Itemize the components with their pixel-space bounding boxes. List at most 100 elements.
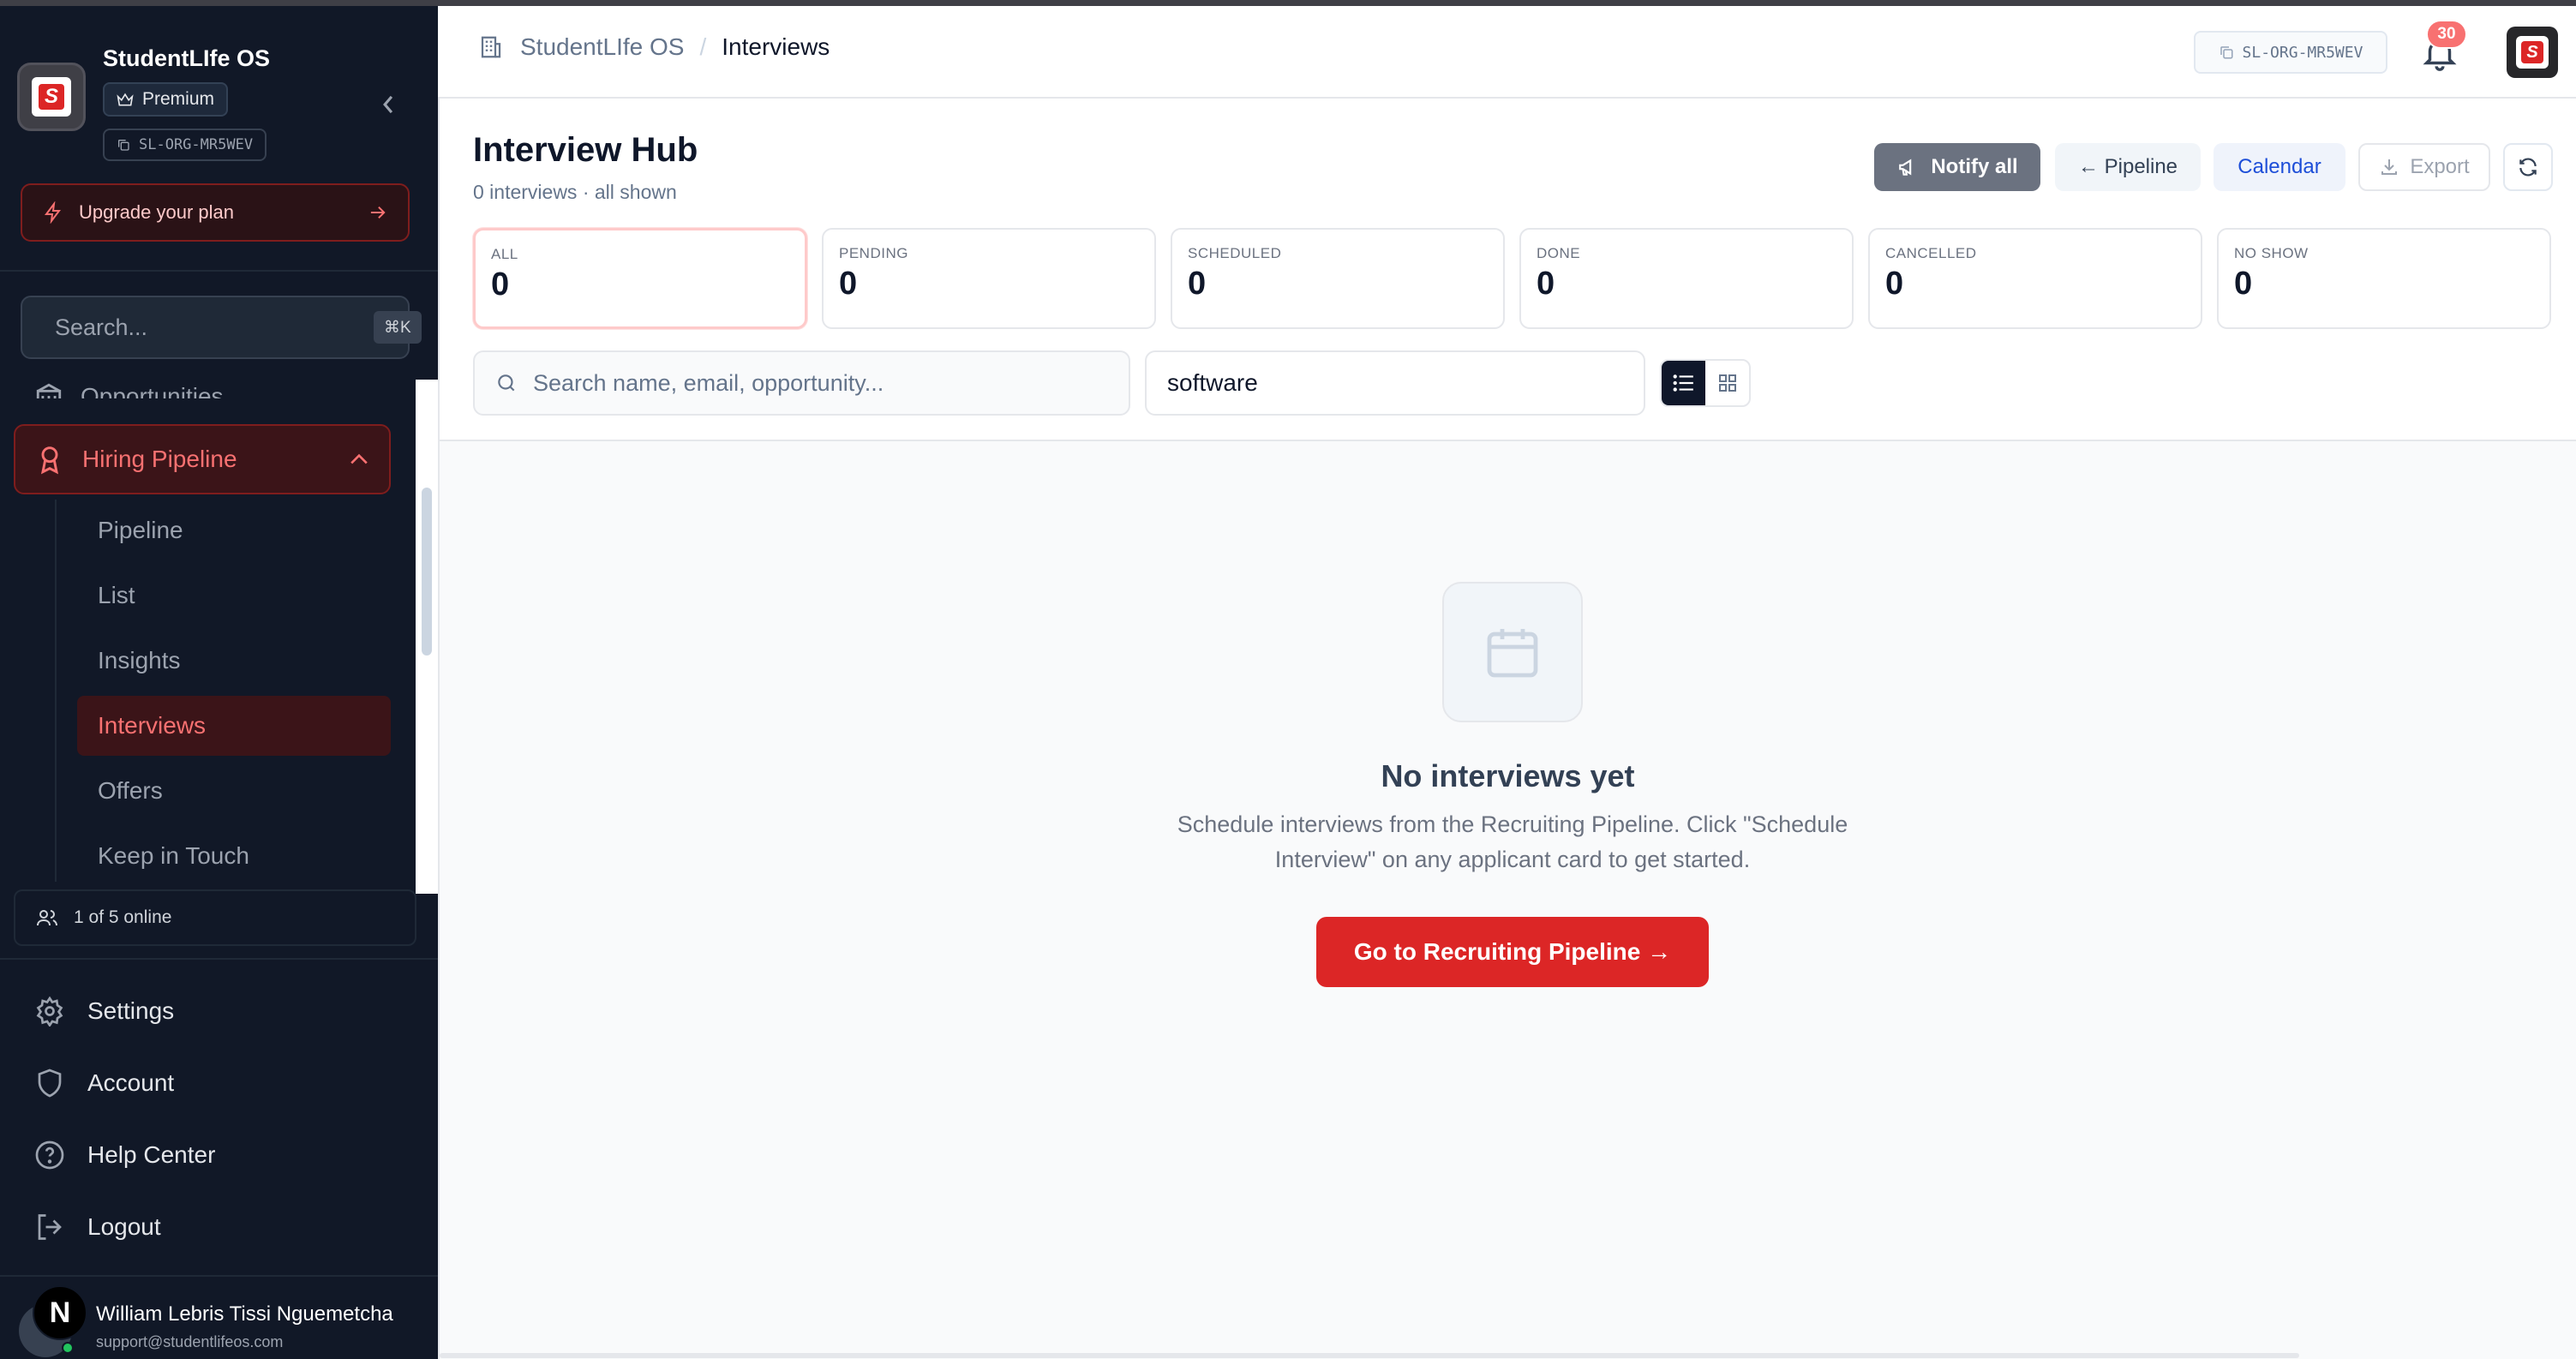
calendar-button[interactable]: Calendar (2214, 143, 2345, 191)
grid-icon (1718, 374, 1736, 392)
sidebar-item-settings[interactable]: Settings (34, 985, 411, 1037)
app-logo[interactable]: S (17, 63, 86, 131)
notify-all-button[interactable]: Notify all (1874, 143, 2040, 191)
online-status-dot (62, 1342, 74, 1354)
sidebar: S StudentLIfe OS Premium SL-ORG-MR5WEV U… (0, 6, 438, 1359)
stat-label: DONE (1537, 245, 1581, 261)
sidebar-nav: Opportunities Hiring Pipeline Pipeline L… (0, 373, 416, 892)
empty-state-description: Schedule interviews from the Recruiting … (1177, 811, 1848, 872)
online-members-indicator[interactable]: 1 of 5 online (14, 889, 416, 946)
stat-card-done[interactable]: DONE 0 (1519, 228, 1854, 329)
copy-icon (2220, 46, 2233, 59)
org-id-text: SL-ORG-MR5WEV (139, 136, 254, 153)
interviews-content: No interviews yet Schedule interviews fr… (440, 441, 2576, 1359)
horizontal-scrollbar[interactable] (440, 1353, 2299, 1358)
user-email: support@studentlifeos.com (96, 1333, 284, 1350)
go-to-recruiting-pipeline-button[interactable]: Go to Recruiting Pipeline → (1316, 917, 1709, 987)
sidebar-search[interactable]: ⌘K (21, 296, 422, 359)
stat-value: 0 (1885, 266, 1904, 302)
logo-mark-icon: S (2521, 41, 2543, 63)
grid-view-button[interactable] (1705, 361, 1749, 405)
sidebar-item-insights[interactable]: Insights (77, 631, 391, 691)
users-icon (37, 910, 57, 926)
online-status-text: 1 of 5 online (74, 907, 172, 927)
header-org-id-copy[interactable]: SL-ORG-MR5WEV (2194, 31, 2387, 74)
stat-card-cancelled[interactable]: CANCELLED 0 (1868, 228, 2202, 329)
sidebar-item-logout[interactable]: Logout (34, 1201, 411, 1253)
avatar[interactable]: N (33, 1285, 87, 1340)
calendar-button-label: Calendar (2238, 155, 2321, 178)
back-to-pipeline-button[interactable]: ← Pipeline (2055, 143, 2201, 191)
sidebar-item-keep-in-touch[interactable]: Keep in Touch (77, 826, 391, 886)
interview-search-input[interactable] (533, 369, 1108, 397)
breadcrumb-org[interactable]: StudentLIfe OS (520, 33, 684, 61)
building-icon (36, 383, 62, 398)
sidebar-group-hiring-pipeline[interactable]: Hiring Pipeline (14, 424, 391, 494)
submenu-guide-line (55, 500, 57, 882)
sidebar-item-label: Help Center (87, 1141, 216, 1168)
stat-card-pending[interactable]: PENDING 0 (822, 228, 1156, 329)
list-icon (1673, 374, 1693, 392)
sidebar-item-help-center[interactable]: Help Center (34, 1129, 411, 1181)
sidebar-item-offers[interactable]: Offers (77, 761, 391, 821)
top-header: StudentLIfe OS / Interviews SL-ORG-MR5WE… (438, 6, 2576, 99)
org-id-copy[interactable]: SL-ORG-MR5WEV (103, 129, 267, 161)
sidebar-scrollbar-thumb[interactable] (422, 488, 432, 656)
header-org-id-text: SL-ORG-MR5WEV (2242, 43, 2363, 62)
user-name: William Lebris Tissi Nguemetcha (96, 1302, 393, 1326)
download-icon (2381, 159, 2398, 175)
empty-state-illustration (1442, 582, 1583, 722)
user-profile[interactable]: N William Lebris Tissi Nguemetcha suppor… (19, 1285, 430, 1359)
export-button[interactable]: Export (2358, 143, 2490, 191)
interview-search[interactable] (473, 350, 1130, 416)
stat-value: 0 (1537, 266, 1555, 302)
premium-badge-label: Premium (142, 89, 215, 109)
sidebar-item-label: Logout (87, 1213, 161, 1240)
divider (0, 1275, 438, 1277)
workspace-logo-button[interactable]: S (2507, 27, 2558, 78)
collapse-sidebar-button[interactable] (375, 87, 401, 122)
refresh-button[interactable] (2503, 143, 2553, 191)
divider (0, 958, 438, 960)
sidebar-search-input[interactable] (55, 314, 358, 341)
stat-value: 0 (1188, 266, 1207, 302)
chevron-up-icon (350, 453, 368, 464)
upgrade-plan-button[interactable]: Upgrade your plan (21, 183, 410, 242)
stat-value: 0 (491, 266, 510, 302)
divider (0, 270, 438, 272)
stat-label: CANCELLED (1885, 245, 1977, 261)
stat-label: SCHEDULED (1188, 245, 1282, 261)
premium-badge: Premium (103, 82, 229, 117)
page-subtitle: 0 interviews · all shown (473, 181, 677, 203)
sidebar-item-opportunities[interactable]: Opportunities (34, 373, 403, 398)
arrow-right-icon (370, 206, 386, 219)
view-mode-toggle (1660, 359, 1751, 407)
list-view-button[interactable] (1662, 361, 1705, 405)
export-button-label: Export (2410, 155, 2470, 178)
page-title: Interview Hub (473, 131, 698, 169)
stat-card-no-show[interactable]: NO SHOW 0 (2217, 228, 2551, 329)
sidebar-item-pipeline[interactable]: Pipeline (77, 500, 391, 560)
notify-all-label: Notify all (1931, 155, 2018, 178)
chevron-left-icon (383, 95, 393, 114)
copy-icon (118, 140, 129, 151)
breadcrumb-current: Interviews (722, 33, 830, 60)
sidebar-item-list[interactable]: List (77, 566, 391, 626)
stat-card-all[interactable]: ALL 0 (473, 228, 807, 329)
gear-icon (36, 996, 63, 1027)
sidebar-item-account[interactable]: Account (34, 1057, 411, 1109)
empty-state-title: No interviews yet (1381, 758, 1635, 793)
filter-input[interactable]: software (1145, 350, 1645, 416)
app-name: StudentLIfe OS (103, 45, 270, 71)
award-icon (40, 446, 59, 475)
breadcrumb-separator: / (699, 33, 707, 60)
stat-card-scheduled[interactable]: SCHEDULED 0 (1171, 228, 1505, 329)
refresh-icon (2519, 158, 2537, 177)
stat-label: NO SHOW (2234, 245, 2309, 261)
upgrade-plan-label: Upgrade your plan (79, 201, 235, 223)
shield-icon (38, 1069, 62, 1098)
lightning-icon (45, 201, 61, 224)
sidebar-item-label: Settings (87, 997, 175, 1024)
sidebar-item-interviews[interactable]: Interviews (77, 696, 391, 756)
search-icon (498, 374, 515, 392)
